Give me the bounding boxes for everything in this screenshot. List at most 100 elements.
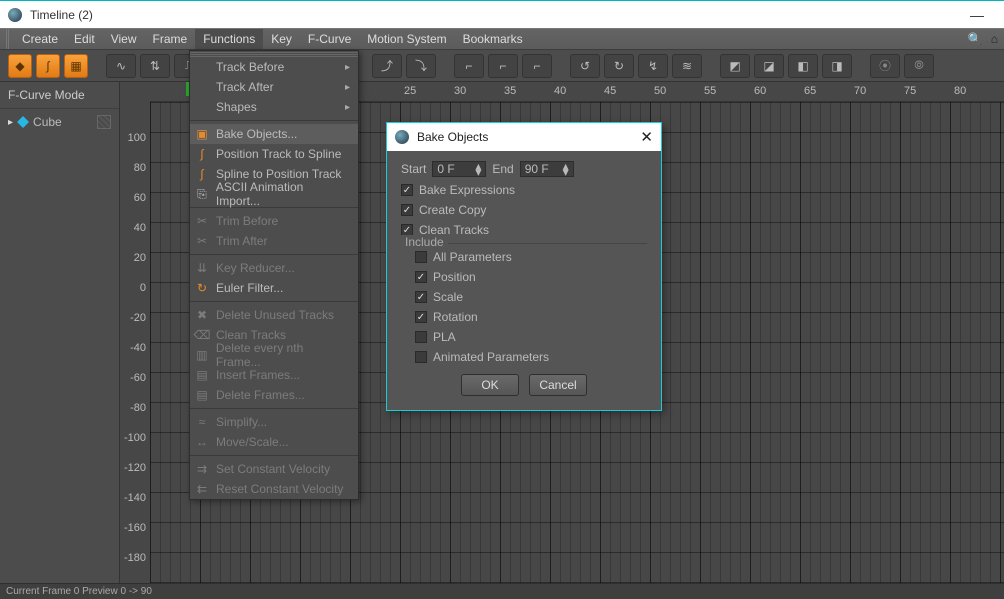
menu-delete-nth: ▥Delete every nth Frame... <box>190 345 358 365</box>
include-group: Include All Parameters ✓Position ✓Scale … <box>401 243 647 364</box>
yaxis-label: -100 <box>120 432 150 444</box>
create-copy-checkbox[interactable]: ✓ <box>401 204 413 216</box>
object-enable-toggle[interactable] <box>97 115 111 129</box>
end-field[interactable]: 90 F▴▾ <box>520 161 574 177</box>
pla-label: PLA <box>433 330 456 344</box>
object-row-cube[interactable]: ▸ Cube <box>0 109 119 135</box>
search-icon[interactable]: 🔍 <box>968 32 983 46</box>
start-field[interactable]: 0 F▴▾ <box>432 161 486 177</box>
ruler-tick: 60 <box>754 85 766 97</box>
menu-key-reducer: ⇊Key Reducer... <box>190 258 358 278</box>
app-icon <box>8 8 22 22</box>
ruler-tick: 30 <box>454 85 466 97</box>
rotation-checkbox[interactable]: ✓ <box>415 311 427 323</box>
tool-tangent-2-icon[interactable]: ⌐ <box>488 54 518 78</box>
spinner-icon[interactable]: ▴▾ <box>475 163 481 175</box>
tool-rec-1-icon[interactable]: ⦿ <box>870 54 900 78</box>
menu-create[interactable]: Create <box>14 29 66 49</box>
yaxis-label: 60 <box>120 192 150 204</box>
menu-fcurve[interactable]: F-Curve <box>300 29 359 49</box>
disclosure-icon[interactable]: ▸ <box>8 117 13 128</box>
bake-objects-dialog: Bake Objects ✕ Start 0 F▴▾ End 90 F▴▾ ✓B… <box>386 122 662 411</box>
scale-checkbox[interactable]: ✓ <box>415 291 427 303</box>
menu-functions[interactable]: Functions <box>195 29 263 49</box>
tool-ease-2-icon[interactable]: ⤵ <box>406 54 436 78</box>
menu-position-to-spline[interactable]: ∫Position Track to Spline <box>190 144 358 164</box>
tool-grp-3-icon[interactable]: ◧ <box>788 54 818 78</box>
bake-expressions-checkbox[interactable]: ✓ <box>401 184 413 196</box>
tool-fcurve-icon[interactable]: ∫ <box>36 54 60 78</box>
pla-checkbox[interactable] <box>415 331 427 343</box>
tool-key-icon[interactable]: ◆ <box>8 54 32 78</box>
submenu-arrow-icon: ▸ <box>345 62 350 73</box>
scale-label: Scale <box>433 290 463 304</box>
position-checkbox[interactable]: ✓ <box>415 271 427 283</box>
frame-icon: ▤ <box>194 368 210 382</box>
tool-grp-4-icon[interactable]: ◨ <box>822 54 852 78</box>
menu-reset-constant-velocity: ⇇Reset Constant Velocity <box>190 479 358 499</box>
yaxis-label: -120 <box>120 462 150 474</box>
tool-set-c-icon[interactable]: ↯ <box>638 54 668 78</box>
tool-curve-2-icon[interactable]: ⇅ <box>140 54 170 78</box>
animated-parameters-checkbox[interactable] <box>415 351 427 363</box>
ruler-tick: 80 <box>954 85 966 97</box>
menu-track-before[interactable]: Track Before▸ <box>190 57 358 77</box>
menu-track-after[interactable]: Track After▸ <box>190 77 358 97</box>
all-parameters-label: All Parameters <box>433 250 512 264</box>
tool-grp-2-icon[interactable]: ◪ <box>754 54 784 78</box>
home-icon[interactable]: ⌂ <box>991 32 998 46</box>
trim-icon: ✂ <box>194 214 210 228</box>
menu-motion-system[interactable]: Motion System <box>359 29 454 49</box>
bake-expressions-label: Bake Expressions <box>419 183 515 197</box>
all-parameters-checkbox[interactable] <box>415 251 427 263</box>
menu-simplify: ≈Simplify... <box>190 412 358 432</box>
ruler-tick: 25 <box>404 85 416 97</box>
cancel-button[interactable]: Cancel <box>529 374 587 396</box>
menu-delete-unused: ✖Delete Unused Tracks <box>190 305 358 325</box>
minimize-button[interactable]: — <box>958 7 996 23</box>
ruler-tick: 50 <box>654 85 666 97</box>
yaxis-label: 20 <box>120 252 150 264</box>
menubar-grip[interactable] <box>6 29 10 49</box>
menu-shapes[interactable]: Shapes▸ <box>190 97 358 117</box>
status-bar: Current Frame 0 Preview 0 -> 90 <box>0 583 1004 599</box>
animated-parameters-label: Animated Parameters <box>433 350 549 364</box>
menu-edit[interactable]: Edit <box>66 29 103 49</box>
tool-grp-1-icon[interactable]: ◩ <box>720 54 750 78</box>
left-panel: F-Curve Mode ▸ Cube <box>0 82 120 583</box>
yaxis-label: -140 <box>120 492 150 504</box>
clean-icon: ⌫ <box>194 328 210 342</box>
yaxis-label: -80 <box>120 402 150 414</box>
close-icon[interactable]: ✕ <box>640 128 653 146</box>
menu-key[interactable]: Key <box>263 29 300 49</box>
dialog-titlebar[interactable]: Bake Objects ✕ <box>387 123 661 151</box>
reduce-icon: ⇊ <box>194 261 210 275</box>
window-titlebar: Timeline (2) — <box>0 0 1004 28</box>
mode-header: F-Curve Mode <box>0 82 119 109</box>
tool-ease-1-icon[interactable]: ⤴ <box>372 54 402 78</box>
tool-curve-1-icon[interactable]: ∿ <box>106 54 136 78</box>
import-icon: ⎘ <box>194 187 210 201</box>
menu-frame[interactable]: Frame <box>145 29 196 49</box>
tool-motion-icon[interactable]: ▦ <box>64 54 88 78</box>
menu-trim-after: ✂Trim After <box>190 231 358 251</box>
menu-view[interactable]: View <box>103 29 145 49</box>
menu-euler-filter[interactable]: ↻Euler Filter... <box>190 278 358 298</box>
spline-icon: ∫ <box>194 167 210 181</box>
ok-button[interactable]: OK <box>461 374 519 396</box>
tool-tangent-3-icon[interactable]: ⌐ <box>522 54 552 78</box>
menu-bake-objects[interactable]: ▣Bake Objects... <box>190 124 358 144</box>
spinner-icon[interactable]: ▴▾ <box>563 163 569 175</box>
menu-ascii-import[interactable]: ⎘ASCII Animation Import... <box>190 184 358 204</box>
tool-rec-2-icon[interactable]: ⦾ <box>904 54 934 78</box>
tool-set-b-icon[interactable]: ↻ <box>604 54 634 78</box>
tool-set-a-icon[interactable]: ↺ <box>570 54 600 78</box>
window-title: Timeline (2) <box>30 8 93 22</box>
simplify-icon: ≈ <box>194 415 210 429</box>
end-label: End <box>492 162 513 176</box>
yaxis-label: -60 <box>120 372 150 384</box>
tool-set-d-icon[interactable]: ≋ <box>672 54 702 78</box>
tool-tangent-1-icon[interactable]: ⌐ <box>454 54 484 78</box>
move-icon: ↔ <box>194 435 210 449</box>
menu-bookmarks[interactable]: Bookmarks <box>455 29 531 49</box>
